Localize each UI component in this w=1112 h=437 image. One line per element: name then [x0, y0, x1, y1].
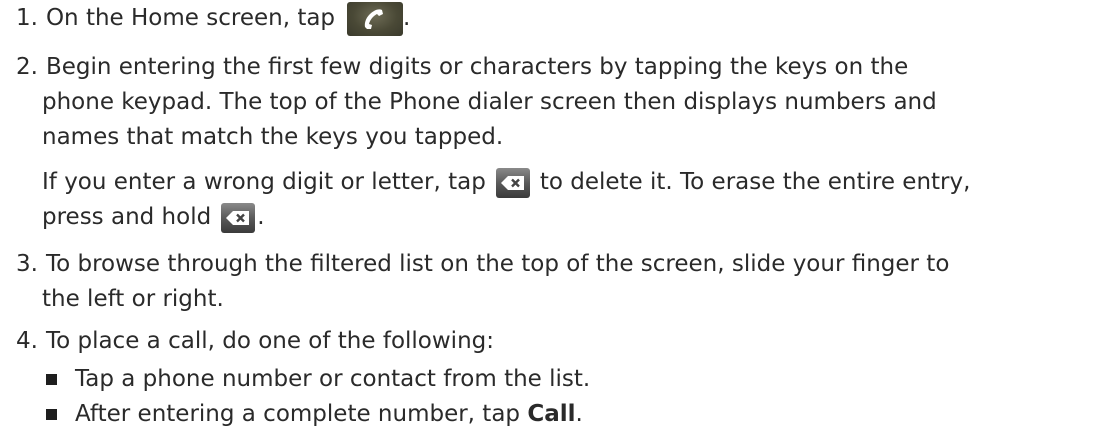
step-text: Begin entering the first few digits or c… — [45, 54, 909, 80]
step-2-line-2: phone keypad. The top of the Phone diale… — [42, 86, 937, 119]
step-3-line-2: the left or right. — [42, 283, 224, 316]
bullet-text: Tap a phone number or contact from the l… — [75, 366, 591, 392]
step-2-note-line-2: press and hold . — [42, 201, 265, 234]
step-number: 1. — [16, 5, 38, 31]
step-2: 2. Begin entering the first few digits o… — [16, 51, 908, 84]
step-2-line-3: names that match the keys you tapped. — [42, 121, 503, 154]
bullet-square-icon — [46, 374, 57, 385]
step-2-note-line-1: If you enter a wrong digit or letter, ta… — [42, 166, 970, 199]
note-text: to delete it. To erase the entire entry, — [539, 169, 971, 195]
step-text: names that match the keys you tapped. — [42, 124, 504, 150]
step-text: the left or right. — [42, 286, 224, 312]
note-text: . — [257, 204, 265, 230]
note-text: If you enter a wrong digit or letter, ta… — [42, 169, 486, 195]
backspace-delete-icon — [495, 167, 530, 198]
bullet-item: After entering a complete number, tap Ca… — [46, 398, 583, 431]
note-text: press and hold — [42, 204, 212, 230]
step-number: 2. — [16, 54, 38, 80]
step-number: 4. — [16, 328, 38, 354]
step-text: To browse through the filtered list on t… — [45, 251, 950, 277]
bullet-item: Tap a phone number or contact from the l… — [46, 363, 590, 396]
step-text: On the Home screen, tap — [45, 5, 336, 31]
phone-handset-icon — [347, 1, 404, 36]
step-number: 3. — [16, 251, 38, 277]
step-text: phone keypad. The top of the Phone diale… — [42, 89, 937, 115]
step-trail: . — [403, 5, 411, 31]
step-1: 1. On the Home screen, tap . — [16, 1, 411, 36]
backspace-delete-icon — [221, 202, 256, 233]
step-3: 3. To browse through the filtered list o… — [16, 248, 949, 281]
step-4: 4. To place a call, do one of the follow… — [16, 325, 494, 358]
step-text: To place a call, do one of the following… — [45, 328, 494, 354]
bullet-text: After entering a complete number, tap Ca… — [75, 401, 583, 427]
call-keyword: Call — [527, 401, 576, 427]
bullet-square-icon — [46, 409, 57, 420]
